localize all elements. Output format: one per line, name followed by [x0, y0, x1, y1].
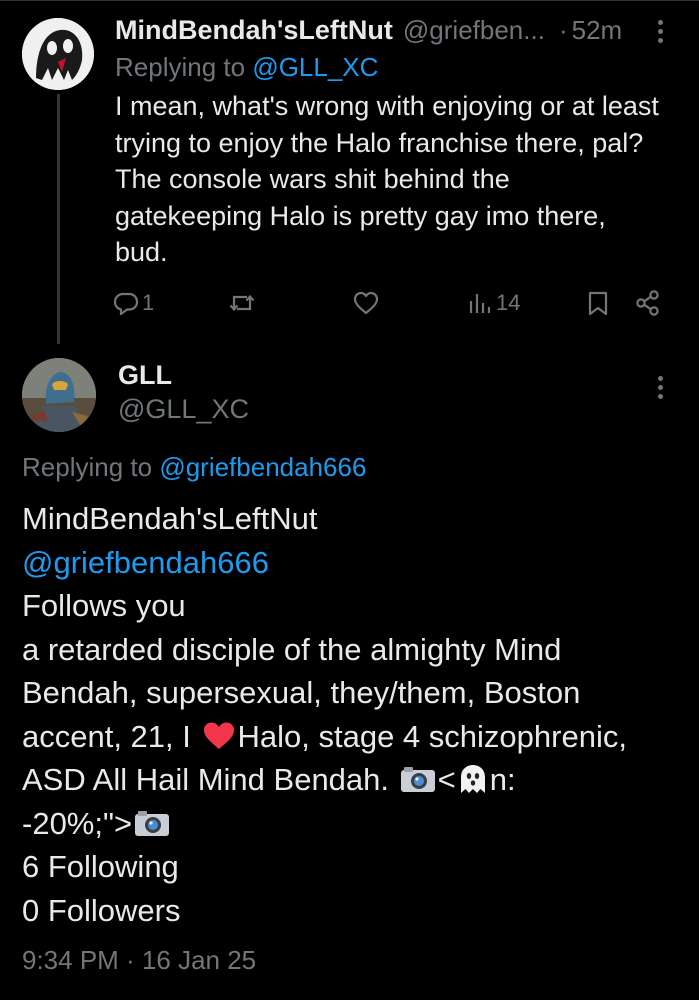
- spartan-avatar-icon: [22, 358, 96, 432]
- text-line: ASD All Hail Mind Bendah. < n:: [22, 758, 692, 802]
- mention-link[interactable]: @griefbendah666: [22, 541, 692, 585]
- avatar[interactable]: [22, 18, 94, 90]
- avatar[interactable]: [22, 358, 96, 432]
- share-icon: [636, 290, 659, 316]
- views-button[interactable]: 14: [466, 286, 520, 320]
- ghost-emoji: [460, 765, 485, 793]
- reply-text: I mean, what's wrong with enjoying or at…: [115, 88, 685, 271]
- followers-count: 0 Followers: [22, 892, 181, 928]
- more-options-icon[interactable]: [650, 372, 670, 404]
- replying-handle-link[interactable]: @GLL_XC: [252, 52, 378, 82]
- thread-line: [57, 94, 60, 344]
- text-line: Follows you: [22, 588, 186, 623]
- text-fragment: Halo, stage 4 schizophrenic,: [237, 718, 627, 754]
- bookmark-icon: [588, 291, 608, 316]
- text-fragment: <: [437, 762, 456, 797]
- text-line: I mean, what's wrong with enjoying or at…: [115, 91, 659, 121]
- replying-to: Replying to @GLL_XC: [115, 52, 378, 83]
- text-line: -20%;">: [22, 802, 692, 846]
- action-bar: 1 14: [112, 286, 672, 320]
- camera-emoji: [400, 767, 435, 792]
- camera-emoji: [135, 810, 170, 836]
- reply-icon: [113, 292, 139, 316]
- author-handle[interactable]: @griefben...: [403, 15, 545, 46]
- author-name[interactable]: MindBendah'sLeftNut: [115, 15, 393, 46]
- following-count: 6 Following: [22, 849, 179, 884]
- reply-button[interactable]: 1: [112, 286, 154, 320]
- separator: ·: [558, 14, 568, 45]
- views-chart-icon: [469, 294, 491, 313]
- text-line: MindBendah'sLeftNut: [22, 501, 318, 536]
- text-line: The console wars shit behind the: [115, 164, 510, 194]
- text-fragment: accent, 21, I: [22, 718, 200, 754]
- timestamp[interactable]: 52m: [572, 15, 623, 46]
- bookmark-button[interactable]: [584, 286, 612, 320]
- repost-button[interactable]: [228, 286, 256, 320]
- heart-emoji: [203, 722, 234, 749]
- replying-to: Replying to @griefbendah666: [22, 452, 366, 483]
- replying-prefix: Replying to: [115, 52, 253, 82]
- text-fragment: n:: [489, 762, 516, 797]
- tweet-timestamp[interactable]: 9:34 PM · 16 Jan 25: [22, 945, 256, 976]
- reply-count: 1: [142, 290, 155, 315]
- text-fragment: -20%;">: [22, 805, 133, 841]
- like-button[interactable]: [352, 286, 380, 320]
- repost-icon: [229, 294, 255, 312]
- text-line: gatekeeping Halo is pretty gay imo there…: [115, 200, 606, 231]
- views-count: 14: [496, 290, 521, 315]
- text-line: Bendah, supersexual, they/them, Boston: [22, 675, 581, 710]
- text-line: accent, 21, I Halo, stage 4 schizophreni…: [22, 715, 692, 759]
- tweet-text: MindBendah'sLeftNut @griefbendah666 Foll…: [22, 497, 692, 932]
- reply-header: MindBendah'sLeftNut @griefben... · 52m: [115, 13, 655, 47]
- reply-tweet[interactable]: MindBendah'sLeftNut @griefben... · 52m R…: [0, 0, 699, 345]
- share-button[interactable]: [634, 286, 662, 320]
- replying-prefix: Replying to: [22, 452, 160, 482]
- replying-handle-link[interactable]: @griefbendah666: [159, 452, 366, 482]
- text-line: bud.: [115, 237, 168, 267]
- text-line: trying to enjoy the Halo franchise there…: [115, 127, 644, 158]
- author-handle[interactable]: @GLL_XC: [118, 394, 249, 425]
- author-name[interactable]: GLL: [118, 360, 172, 391]
- more-options-icon[interactable]: [650, 16, 670, 48]
- ghost-avatar-icon: [22, 18, 94, 90]
- text-fragment: ASD All Hail Mind Bendah.: [22, 762, 398, 797]
- heart-icon: [353, 291, 379, 315]
- text-line: a retarded disciple of the almighty Mind: [22, 631, 562, 667]
